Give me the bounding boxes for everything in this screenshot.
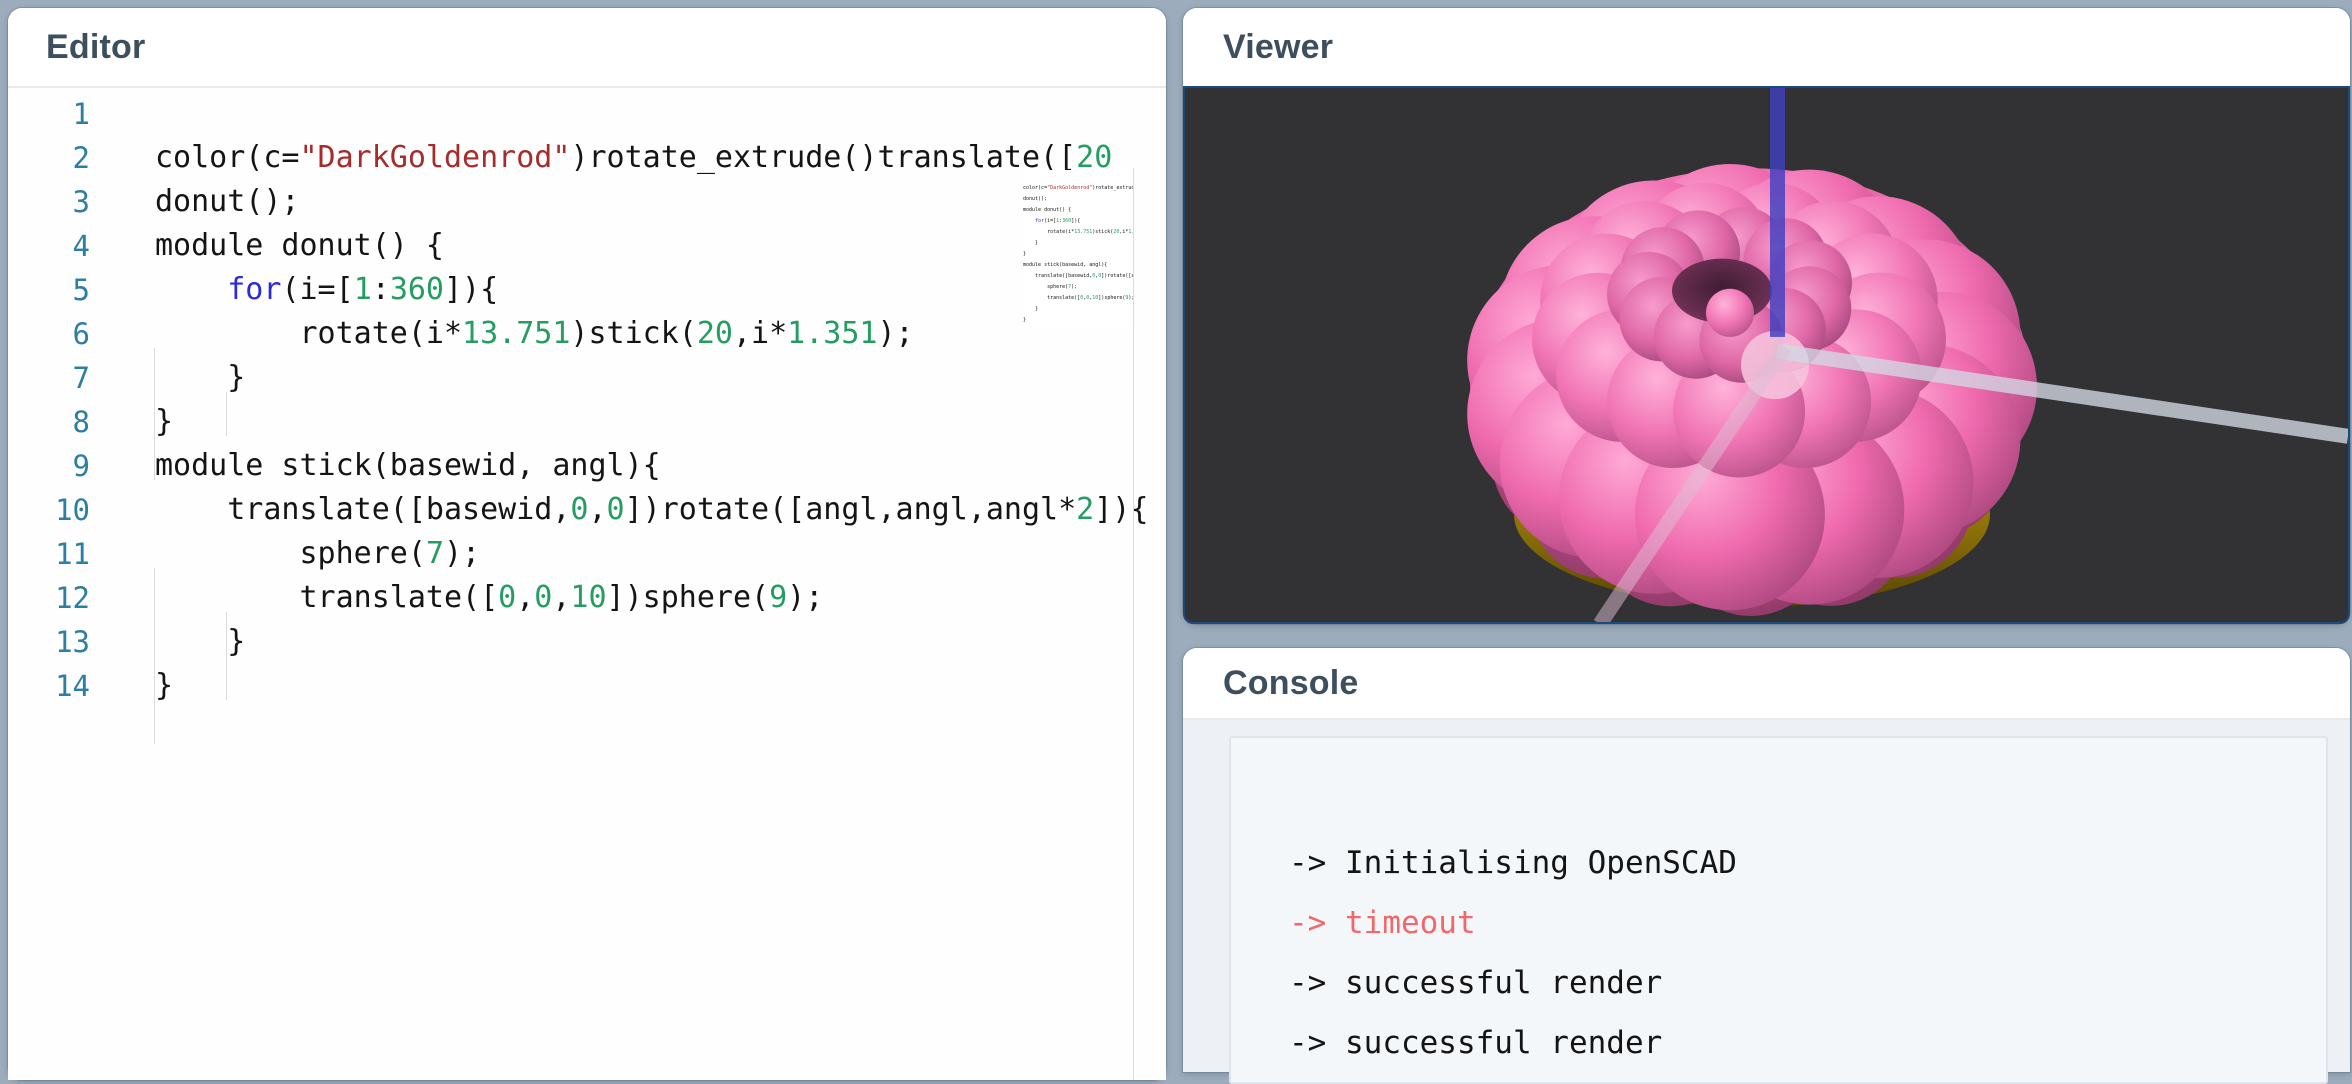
console-message: -> successful render xyxy=(1289,1013,2316,1073)
viewer-panel: Viewer xyxy=(1183,8,2350,624)
code-line[interactable]: } xyxy=(1023,249,1133,260)
indent-guide xyxy=(154,348,155,480)
line-number: 2 xyxy=(8,136,96,180)
hole-inner-sphere xyxy=(1706,289,1754,337)
code-line[interactable] xyxy=(155,92,1166,136)
code-line[interactable]: rotate(i*13.751)stick(20,i*1.351); xyxy=(155,312,1166,356)
indent-guide xyxy=(226,612,227,700)
line-number: 6 xyxy=(8,312,96,356)
line-number: 8 xyxy=(8,400,96,444)
line-number: 4 xyxy=(8,224,96,268)
code-line[interactable]: donut(); xyxy=(1023,194,1133,205)
code-line[interactable]: color(c="DarkGoldenrod")rotate_extrude()… xyxy=(155,136,1166,180)
indent-guide xyxy=(226,392,227,436)
console-message: -> successful render xyxy=(1289,953,2316,1013)
code-line[interactable]: } xyxy=(1023,315,1133,326)
code-line[interactable]: } xyxy=(155,664,1166,708)
console-output[interactable]: -> Initialising OpenSCAD-> timeout-> suc… xyxy=(1229,736,2328,1084)
line-number-gutter: 1234567891011121314 xyxy=(8,92,96,708)
console-panel: Console -> Initialising OpenSCAD-> timeo… xyxy=(1183,648,2350,1072)
console-header: Console xyxy=(1183,648,2350,720)
z-axis-line xyxy=(1770,88,1785,337)
console-message: -> timeout xyxy=(1289,893,2316,953)
code-text-area[interactable]: color(c="DarkGoldenrod")rotate_extrude()… xyxy=(155,92,1166,708)
code-line[interactable]: rotate(i*13.751)stick(20,i*1.351); xyxy=(1023,227,1133,238)
code-line[interactable]: } xyxy=(1023,304,1133,315)
code-line[interactable]: for(i=[1:360]){ xyxy=(155,268,1166,312)
console-content: -> Initialising OpenSCAD-> timeout-> suc… xyxy=(1183,720,2350,1072)
indent-guide xyxy=(154,568,155,744)
code-line[interactable]: module stick(basewid, angl){ xyxy=(155,444,1166,488)
line-number: 11 xyxy=(8,532,96,576)
viewer-canvas[interactable] xyxy=(1183,86,2350,624)
code-line[interactable]: for(i=[1:360]){ xyxy=(1023,216,1133,227)
console-title: Console xyxy=(1223,664,1359,703)
code-editor[interactable]: 1234567891011121314 color(c="DarkGoldenr… xyxy=(8,88,1166,1080)
code-line[interactable]: } xyxy=(155,356,1166,400)
code-line[interactable]: } xyxy=(155,400,1166,444)
code-line[interactable]: } xyxy=(155,620,1166,664)
viewer-title: Viewer xyxy=(1223,28,1333,67)
line-number: 14 xyxy=(8,664,96,708)
code-line[interactable]: donut(); xyxy=(155,180,1166,224)
code-line[interactable]: translate([basewid,0,0])rotate([angl,ang… xyxy=(1023,271,1133,282)
editor-title: Editor xyxy=(46,28,145,67)
code-line[interactable]: module donut() { xyxy=(155,224,1166,268)
console-message-list: -> Initialising OpenSCAD-> timeout-> suc… xyxy=(1289,833,2316,1073)
editor-header: Editor xyxy=(8,8,1166,88)
code-line[interactable]: module stick(basewid, angl){ xyxy=(1023,260,1133,271)
code-line[interactable]: sphere(7); xyxy=(1023,282,1133,293)
code-line[interactable]: sphere(7); xyxy=(155,532,1166,576)
scrollbar-track-line xyxy=(1133,168,1134,1080)
3d-render xyxy=(1185,88,2348,622)
line-number: 10 xyxy=(8,488,96,532)
line-number: 3 xyxy=(8,180,96,224)
minimap[interactable]: color(c="DarkGoldenrod")rotate_extrude()… xyxy=(1023,170,1133,326)
line-number: 12 xyxy=(8,576,96,620)
code-line[interactable]: translate([basewid,0,0])rotate([angl,ang… xyxy=(155,488,1166,532)
code-line[interactable]: module donut() { xyxy=(1023,205,1133,216)
line-number: 1 xyxy=(8,92,96,136)
code-line[interactable]: } xyxy=(1023,238,1133,249)
viewer-header: Viewer xyxy=(1183,8,2350,88)
line-number: 9 xyxy=(8,444,96,488)
code-line[interactable]: translate([0,0,10])sphere(9); xyxy=(1023,293,1133,304)
line-number: 13 xyxy=(8,620,96,664)
line-number: 5 xyxy=(8,268,96,312)
console-message: -> Initialising OpenSCAD xyxy=(1289,833,2316,893)
code-line[interactable]: translate([0,0,10])sphere(9); xyxy=(155,576,1166,620)
editor-panel: Editor 1234567891011121314 color(c="Dark… xyxy=(8,8,1166,1080)
line-number: 7 xyxy=(8,356,96,400)
code-line[interactable] xyxy=(1023,172,1133,183)
code-line[interactable]: color(c="DarkGoldenrod")rotate_extrude()… xyxy=(1023,183,1133,194)
